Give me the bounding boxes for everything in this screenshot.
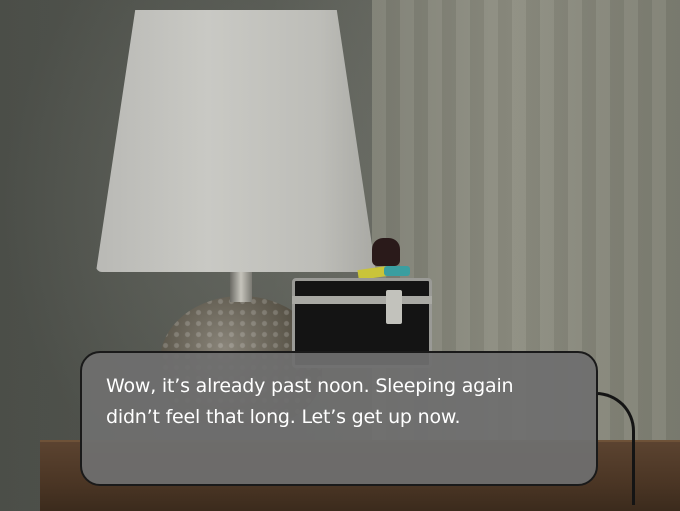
dialogue-text: Wow, it’s already past noon. Sleeping ag… [106, 375, 514, 428]
dialogue-box[interactable]: Wow, it’s already past noon. Sleeping ag… [80, 351, 598, 486]
metal-box-band [292, 296, 432, 304]
metal-box-latch [386, 290, 402, 324]
lamp-shade [96, 10, 376, 272]
game-scene[interactable]: Wow, it’s already past noon. Sleeping ag… [0, 0, 680, 511]
dark-object [372, 238, 400, 266]
teal-object [384, 266, 410, 276]
